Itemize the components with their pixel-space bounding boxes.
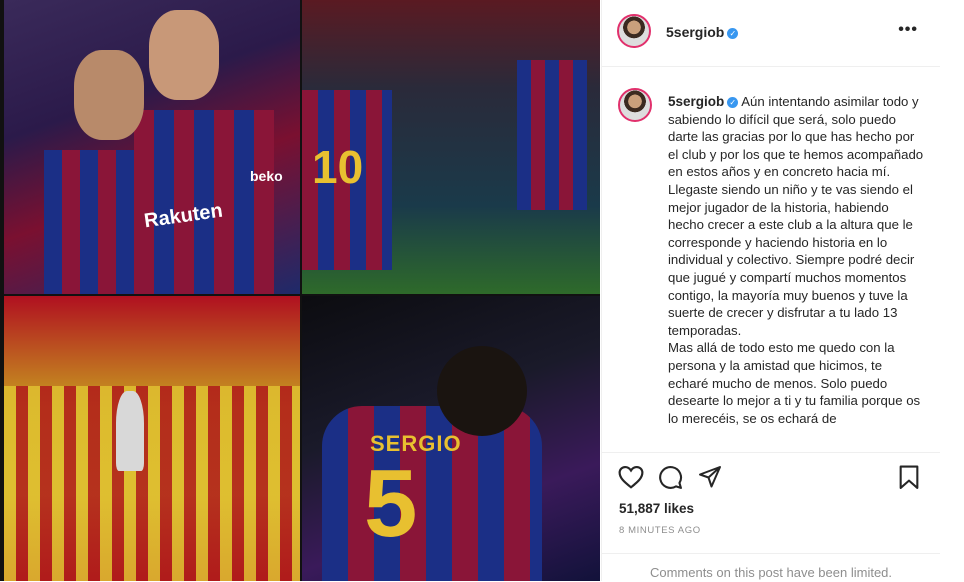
photo-trophy-celebration xyxy=(4,296,300,581)
face-shape xyxy=(74,50,144,140)
heart-icon[interactable] xyxy=(618,465,644,489)
head-shape xyxy=(437,346,527,436)
jersey-shape xyxy=(517,60,587,210)
verified-icon: ✓ xyxy=(727,97,739,108)
face-shape xyxy=(149,10,219,100)
caption-text: Aún intentando asimilar todo y sabiendo … xyxy=(668,94,924,426)
photo-players-handshake: 10 xyxy=(302,0,600,294)
post-header: 5sergiob ✓ ••• xyxy=(602,0,940,67)
photo-messi-busquets-hug: Rakuten beko xyxy=(4,0,300,294)
photo-collage[interactable]: Rakuten beko 10 SERGIO 5 xyxy=(0,0,600,581)
shirt-number: 10 xyxy=(312,141,364,193)
caption-avatar[interactable] xyxy=(618,88,652,122)
header-username-row: 5sergiob ✓ xyxy=(666,24,739,42)
post-panel: 5sergiob ✓ ••• 5sergiob ✓ Aún intentando a… xyxy=(601,0,940,581)
action-bar: 51,887 likes 8 MINUTES AGO Comments on t… xyxy=(602,452,940,582)
bookmark-icon[interactable] xyxy=(898,465,920,490)
team-shape xyxy=(4,386,300,581)
comment-icon[interactable] xyxy=(658,465,683,490)
share-icon[interactable] xyxy=(698,465,722,489)
timestamp[interactable]: 8 MINUTES AGO xyxy=(619,525,701,536)
header-username[interactable]: 5sergiob xyxy=(666,24,724,40)
comments-limited-notice: Comments on this post have been limited. xyxy=(602,553,940,580)
caption-text-block: 5sergiob ✓ Aún intentando asimilar todo y… xyxy=(668,93,924,427)
caption-username[interactable]: 5sergiob xyxy=(668,94,724,109)
verified-icon: ✓ xyxy=(727,28,739,39)
jersey-number: 5 xyxy=(364,450,418,557)
avatar[interactable] xyxy=(617,14,651,48)
caption-block: 5sergiob ✓ Aún intentando asimilar todo y… xyxy=(616,88,931,450)
photo-embrace-back: SERGIO 5 xyxy=(302,296,600,581)
trophy-shape xyxy=(116,391,144,471)
brand-logo-text: beko xyxy=(250,168,283,184)
more-options-icon[interactable]: ••• xyxy=(898,21,918,39)
likes-count[interactable]: 51,887 likes xyxy=(619,501,694,516)
